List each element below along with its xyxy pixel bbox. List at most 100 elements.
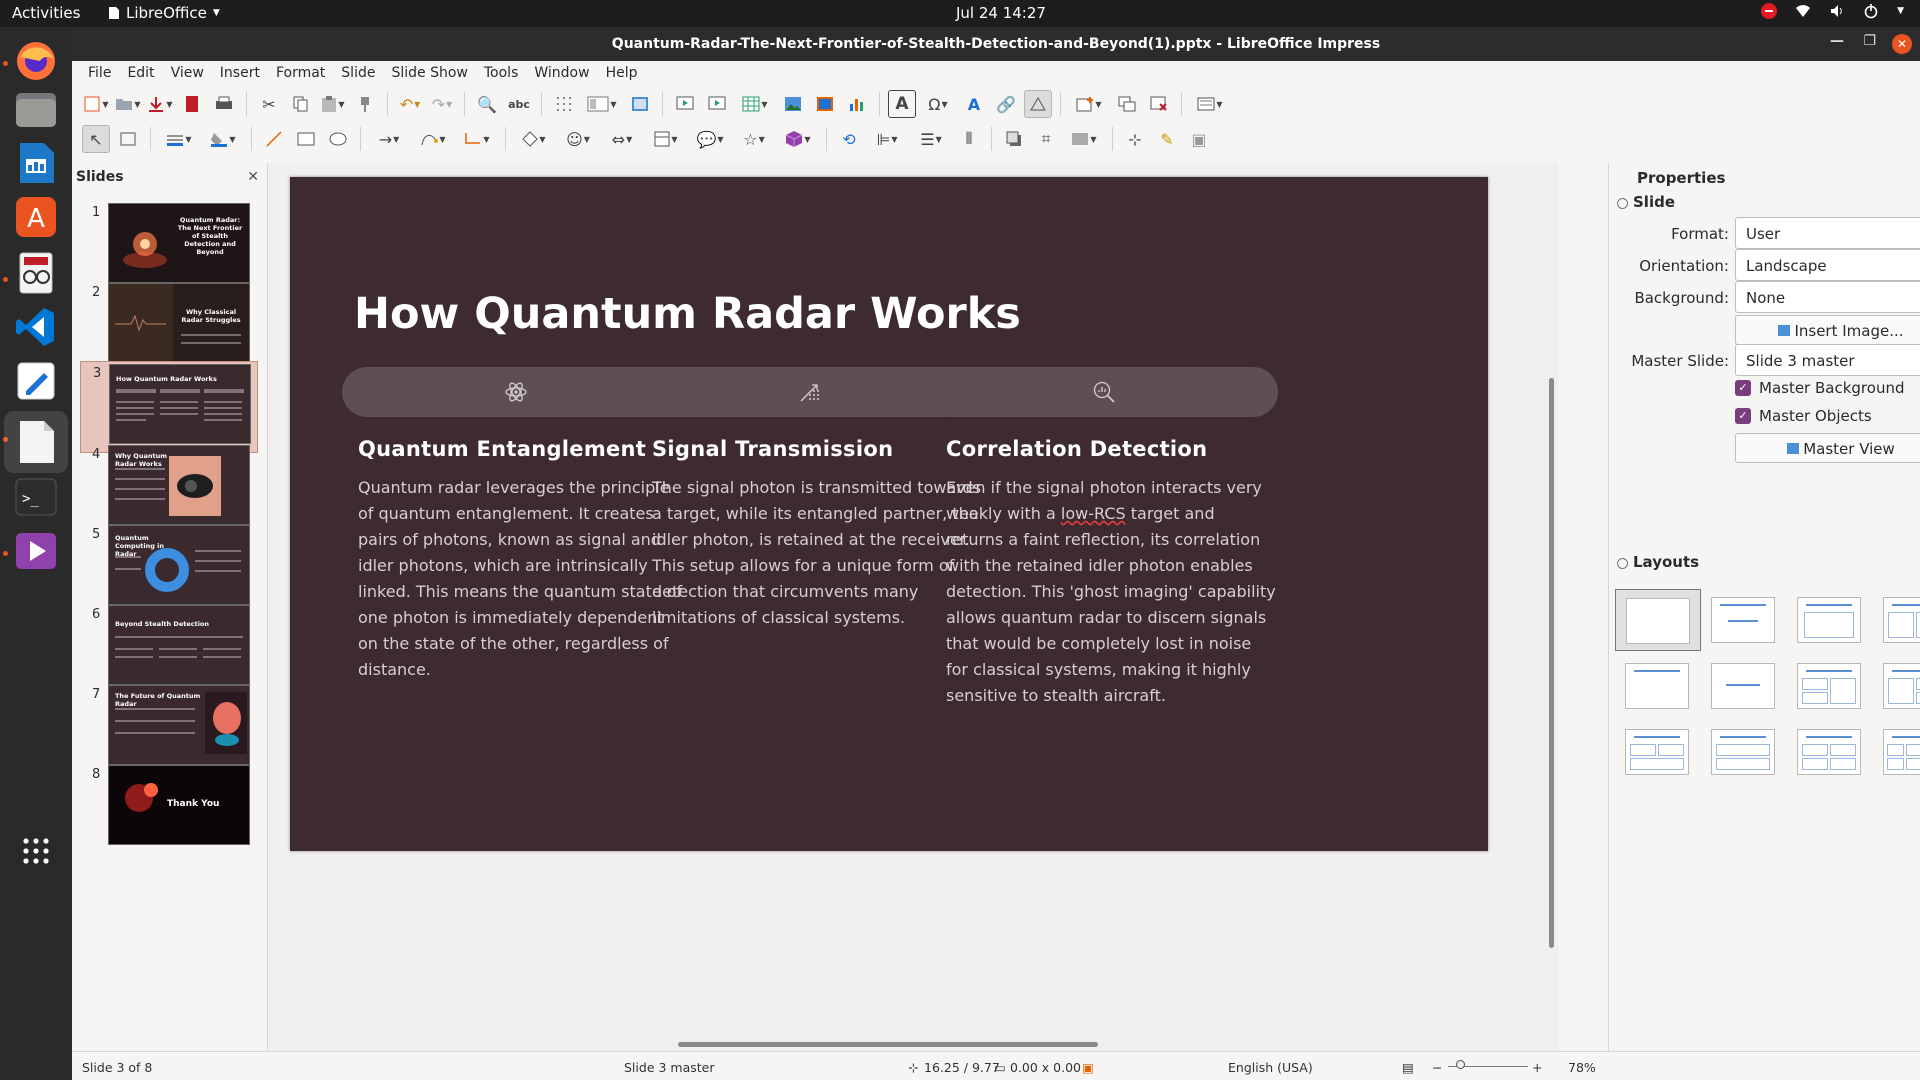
insert-image-icon[interactable] [779, 90, 807, 118]
video-player-icon[interactable] [12, 527, 60, 575]
fontwork-icon[interactable]: A [960, 90, 988, 118]
master-objects-checkbox[interactable]: ✓ Master Objects [1735, 407, 1872, 425]
new-slide-icon[interactable]: ▼ [1069, 90, 1109, 118]
files-icon[interactable] [12, 85, 60, 133]
master-slide-dropdown[interactable]: Slide 3 master [1735, 344, 1920, 376]
shadow-icon[interactable] [1000, 125, 1028, 153]
spelling-icon[interactable]: abc [505, 90, 533, 118]
app-center-icon[interactable]: A [12, 193, 60, 241]
menu-view[interactable]: View [163, 65, 212, 81]
insert-media-icon[interactable] [811, 90, 839, 118]
section-slide[interactable]: Slide [1609, 193, 1920, 217]
text-editor-icon[interactable] [12, 357, 60, 405]
menu-insert[interactable]: Insert [212, 65, 268, 81]
horizontal-scrollbar[interactable] [268, 1037, 1558, 1051]
new-icon[interactable]: ▼ [82, 90, 110, 118]
system-tray[interactable]: ▼ [1761, 3, 1904, 19]
close-icon[interactable]: ✕ [247, 169, 259, 185]
toggle-extrusion-icon[interactable]: ▣ [1185, 125, 1213, 153]
layout-title-slide[interactable] [1701, 589, 1787, 651]
arrange-icon[interactable]: ☰ ▼ [911, 125, 951, 153]
select-icon[interactable]: ↖ [82, 125, 110, 153]
slide-thumbnail-4[interactable]: 4 Why Quantum Radar Works [72, 443, 268, 535]
copy-icon[interactable] [287, 90, 315, 118]
layout-title-4content[interactable] [1787, 721, 1873, 783]
insert-image-button[interactable]: Insert Image... [1735, 315, 1920, 345]
master-view-button[interactable]: Master View [1735, 433, 1920, 463]
hyperlink-icon[interactable]: 🔗 [992, 90, 1020, 118]
menu-window[interactable]: Window [526, 65, 597, 81]
libreoffice-impress-icon[interactable] [12, 139, 60, 187]
save-icon[interactable]: ▼ [146, 90, 174, 118]
fit-slide-icon[interactable]: ▤ [1402, 1060, 1414, 1075]
menu-tools[interactable]: Tools [476, 65, 527, 81]
zoom-out-icon[interactable]: − [1432, 1060, 1442, 1075]
zoom-level[interactable]: 78% [1568, 1060, 1596, 1075]
filter-icon[interactable]: ▼ [1064, 125, 1104, 153]
current-slide[interactable]: How Quantum Radar Works Quantum Entangle… [290, 177, 1488, 851]
close-icon[interactable]: ✕ [1892, 34, 1912, 54]
layout-title-two-content[interactable] [1873, 589, 1920, 651]
show-draw-functions-icon[interactable] [1024, 90, 1052, 118]
menu-slide[interactable]: Slide [333, 65, 383, 81]
zoom-pan-icon[interactable] [114, 125, 142, 153]
3d-objects-icon[interactable]: ▼ [778, 125, 818, 153]
cut-icon[interactable]: ✂ [255, 90, 283, 118]
flowchart-icon[interactable]: ▼ [646, 125, 686, 153]
rectangle-tool-icon[interactable] [292, 125, 320, 153]
background-dropdown[interactable]: None [1735, 281, 1920, 313]
slide-editing-area[interactable]: How Quantum Radar Works Quantum Entangle… [268, 163, 1558, 1051]
format-dropdown[interactable]: User [1735, 217, 1920, 249]
layout-title-6content[interactable] [1873, 721, 1920, 783]
slide-thumbnail-7[interactable]: 7 The Future of Quantum Radar [72, 683, 268, 775]
layout-title-content[interactable] [1787, 589, 1873, 651]
paste-icon[interactable]: ▼ [319, 90, 347, 118]
document-viewer-icon[interactable] [12, 249, 60, 297]
find-replace-icon[interactable]: 🔍 [473, 90, 501, 118]
line-tool-icon[interactable] [260, 125, 288, 153]
undo-icon[interactable]: ↶ ▼ [396, 90, 424, 118]
symbol-shapes-icon[interactable]: ☺ ▼ [558, 125, 598, 153]
layout-centered-text[interactable] [1701, 655, 1787, 717]
activities-button[interactable]: Activities [12, 4, 80, 22]
open-icon[interactable]: ▼ [114, 90, 142, 118]
export-pdf-icon[interactable] [178, 90, 206, 118]
rotate-icon[interactable]: ⟲ [835, 125, 863, 153]
crop-icon[interactable]: ⌗ [1032, 125, 1060, 153]
table-icon[interactable]: ▼ [735, 90, 775, 118]
layout-blank[interactable] [1615, 589, 1701, 651]
zoom-slider-handle[interactable] [1456, 1060, 1465, 1069]
firefox-icon[interactable] [12, 37, 60, 85]
minimize-icon[interactable]: — [1830, 33, 1844, 49]
terminal-icon[interactable]: >_ [12, 473, 60, 521]
orientation-dropdown[interactable]: Landscape [1735, 249, 1920, 281]
show-apps-icon[interactable] [12, 827, 60, 875]
fill-color-icon[interactable]: ▼ [203, 125, 243, 153]
libreoffice-running-icon[interactable] [4, 411, 68, 473]
layout-title-2content-over-content[interactable] [1615, 721, 1701, 783]
window-titlebar[interactable]: Quantum-Radar-The-Next-Frontier-of-Steal… [72, 27, 1920, 61]
stars-icon[interactable]: ☆ ▼ [734, 125, 774, 153]
menu-slide-show[interactable]: Slide Show [383, 65, 475, 81]
slide-title[interactable]: How Quantum Radar Works [354, 289, 1021, 339]
menu-edit[interactable]: Edit [119, 65, 162, 81]
layout-title-only[interactable] [1615, 655, 1701, 717]
slide-thumbnail-3[interactable]: 3 How Quantum Radar Works [80, 361, 258, 453]
layout-title-content-over-content[interactable] [1701, 721, 1787, 783]
redo-icon[interactable]: ↷ ▼ [428, 90, 456, 118]
slide-thumbnail-5[interactable]: 5 Quantum Computing in Radar [72, 523, 268, 615]
menu-file[interactable]: File [80, 65, 119, 81]
vscode-icon[interactable] [12, 303, 60, 351]
menu-format[interactable]: Format [268, 65, 333, 81]
delete-slide-icon[interactable] [1145, 90, 1173, 118]
maximize-icon[interactable]: ❐ [1863, 33, 1876, 49]
document-modified-icon[interactable]: ▣ [1082, 1060, 1094, 1075]
curves-icon[interactable]: ▼ [413, 125, 453, 153]
text-box-icon[interactable]: A [888, 90, 916, 118]
language[interactable]: English (USA) [1228, 1060, 1313, 1075]
spellcheck-flagged-word[interactable]: low-RCS [1061, 504, 1126, 523]
slide-thumbnail-6[interactable]: 6 Beyond Stealth Detection [72, 603, 268, 695]
points-icon[interactable]: ⊹ [1121, 125, 1149, 153]
slide-thumbnail-1[interactable]: 1 Quantum Radar: The Next Frontier of St… [72, 201, 268, 293]
align-objects-icon[interactable]: ⊫ ▼ [867, 125, 907, 153]
